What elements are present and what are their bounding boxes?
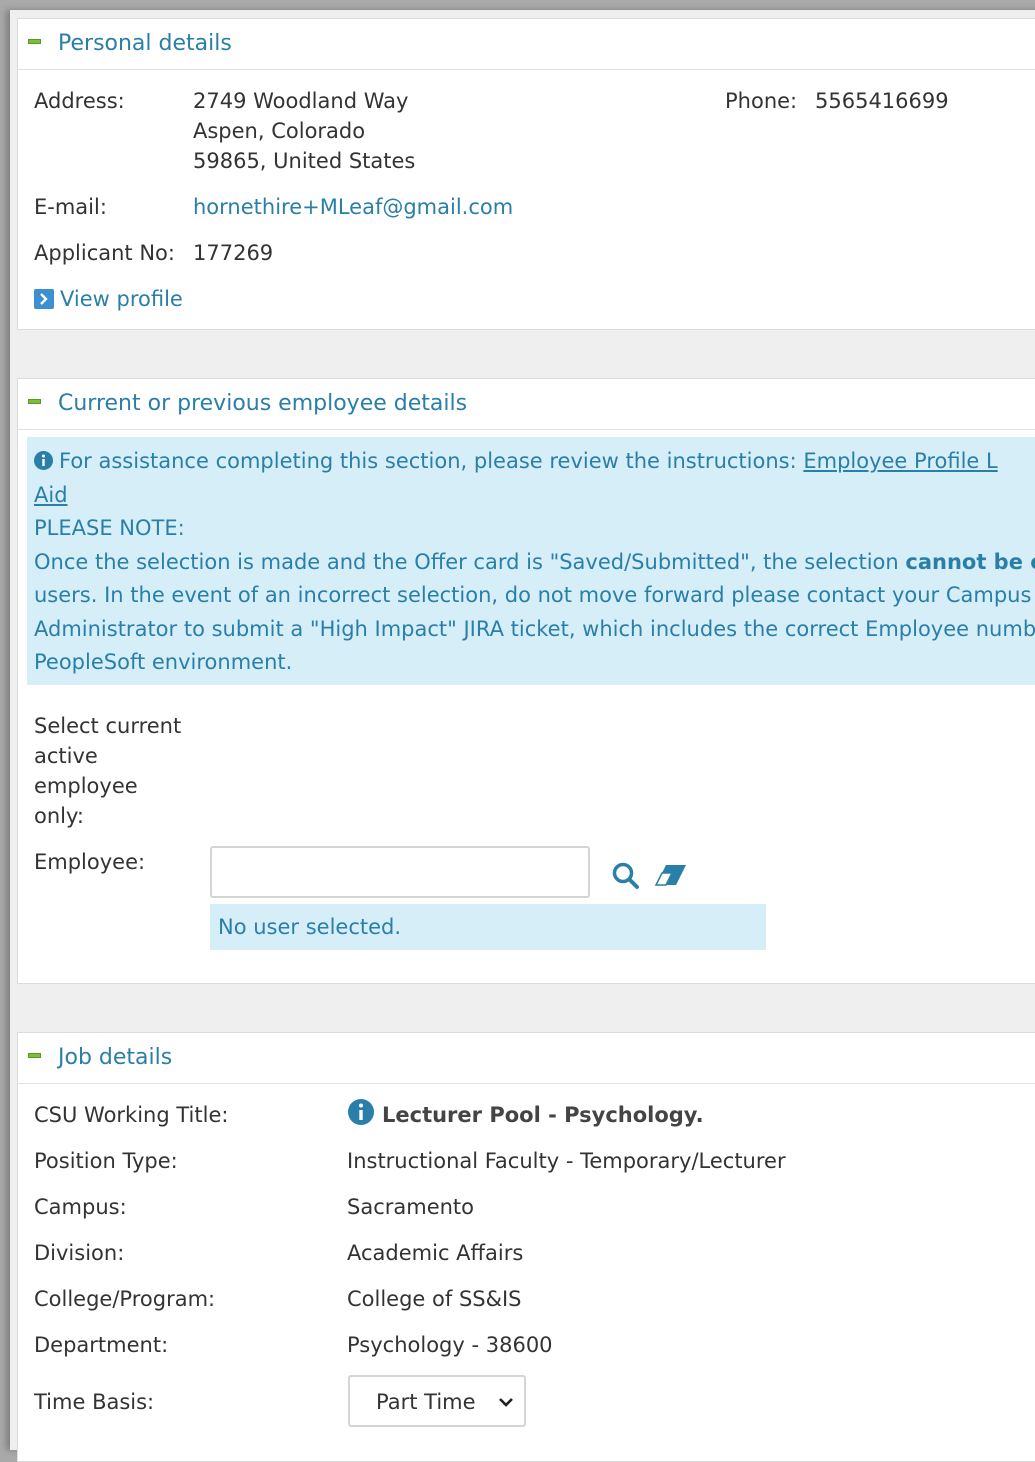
address-line-3: 59865, United States [193, 149, 416, 173]
note-text: Once the selection is made and the Offer… [34, 549, 906, 574]
college-program-value: College of SS&IS [347, 1287, 522, 1311]
working-title-value: Lecturer Pool - Psychology. [382, 1103, 704, 1127]
employee-input[interactable] [210, 846, 590, 898]
email-link[interactable]: hornethire+MLeaf@gmail.com [193, 192, 513, 222]
personal-details-header[interactable]: Personal details [18, 19, 1035, 70]
employee-details-panel: Current or previous employee details For… [17, 378, 1035, 984]
applicant-number-label: Applicant No: [34, 241, 175, 265]
campus-label: Campus: [34, 1195, 127, 1219]
job-details-header[interactable]: Job details [18, 1033, 1035, 1084]
employee-label: Employee: [34, 850, 146, 874]
info-icon[interactable] [348, 1099, 374, 1125]
collapse-icon[interactable] [28, 399, 41, 404]
no-user-selected-message: No user selected. [210, 904, 766, 950]
collapse-icon[interactable] [28, 39, 41, 44]
chevron-right-icon [34, 287, 54, 309]
panel-title: Personal details [58, 31, 232, 56]
campus-value: Sacramento [347, 1195, 475, 1219]
note-emphasis: cannot be e [905, 549, 1035, 574]
eraser-icon[interactable] [654, 863, 688, 889]
division-value: Academic Affairs [347, 1241, 524, 1265]
address-line-2: Aspen, Colorado [193, 119, 366, 143]
panel-title: Current or previous employee details [58, 391, 468, 416]
select-employee-label: employee [34, 774, 138, 798]
phone-label: Phone: [725, 89, 798, 113]
position-type-label: Position Type: [34, 1149, 178, 1173]
chevron-down-icon [496, 1392, 516, 1412]
select-employee-label: Select current [34, 714, 182, 738]
note-line: PeopleSoft environment. [34, 650, 293, 674]
employee-profile-link-cont[interactable]: Aid [34, 483, 68, 507]
phone-value: 5565416699 [815, 89, 949, 113]
personal-details-panel: Personal details Address: 2749 Woodland … [17, 18, 1035, 330]
employee-profile-link[interactable]: Employee Profile L [803, 449, 997, 473]
time-basis-label: Time Basis: [34, 1390, 155, 1414]
info-icon [34, 447, 53, 470]
email-label: E-mail: [34, 195, 107, 219]
page-frame: Personal details Address: 2749 Woodland … [10, 10, 1035, 1462]
note-line: Administrator to submit a "High Impact" … [34, 616, 1035, 641]
time-basis-select[interactable]: Part Time [348, 1375, 526, 1427]
assistance-text: For assistance completing this section, … [59, 449, 804, 473]
division-label: Division: [34, 1241, 125, 1265]
address-line-1: 2749 Woodland Way [193, 89, 409, 113]
note-line: users. In the event of an incorrect sele… [34, 583, 1032, 607]
note-heading: PLEASE NOTE: [34, 516, 185, 540]
view-profile-label: View profile [60, 287, 183, 311]
employee-details-header[interactable]: Current or previous employee details [18, 379, 1035, 430]
department-value: Psychology - 38600 [347, 1333, 553, 1357]
search-icon[interactable] [611, 861, 641, 891]
college-program-label: College/Program: [34, 1287, 216, 1311]
view-profile-link[interactable]: View profile [34, 284, 183, 314]
select-employee-label: only: [34, 804, 84, 828]
time-basis-selected-value: Part Time [376, 1390, 476, 1414]
position-type-value: Instructional Faculty - Temporary/Lectur… [347, 1149, 786, 1173]
assistance-info-box: For assistance completing this section, … [27, 437, 1035, 685]
applicant-number-value: 177269 [193, 241, 274, 265]
department-label: Department: [34, 1333, 169, 1357]
collapse-icon[interactable] [28, 1053, 41, 1058]
address-label: Address: [34, 89, 125, 113]
working-title-label: CSU Working Title: [34, 1103, 229, 1127]
job-details-panel: Job details CSU Working Title: Lecturer … [17, 1032, 1035, 1462]
panel-title: Job details [58, 1045, 173, 1070]
select-employee-label: active [34, 744, 98, 768]
